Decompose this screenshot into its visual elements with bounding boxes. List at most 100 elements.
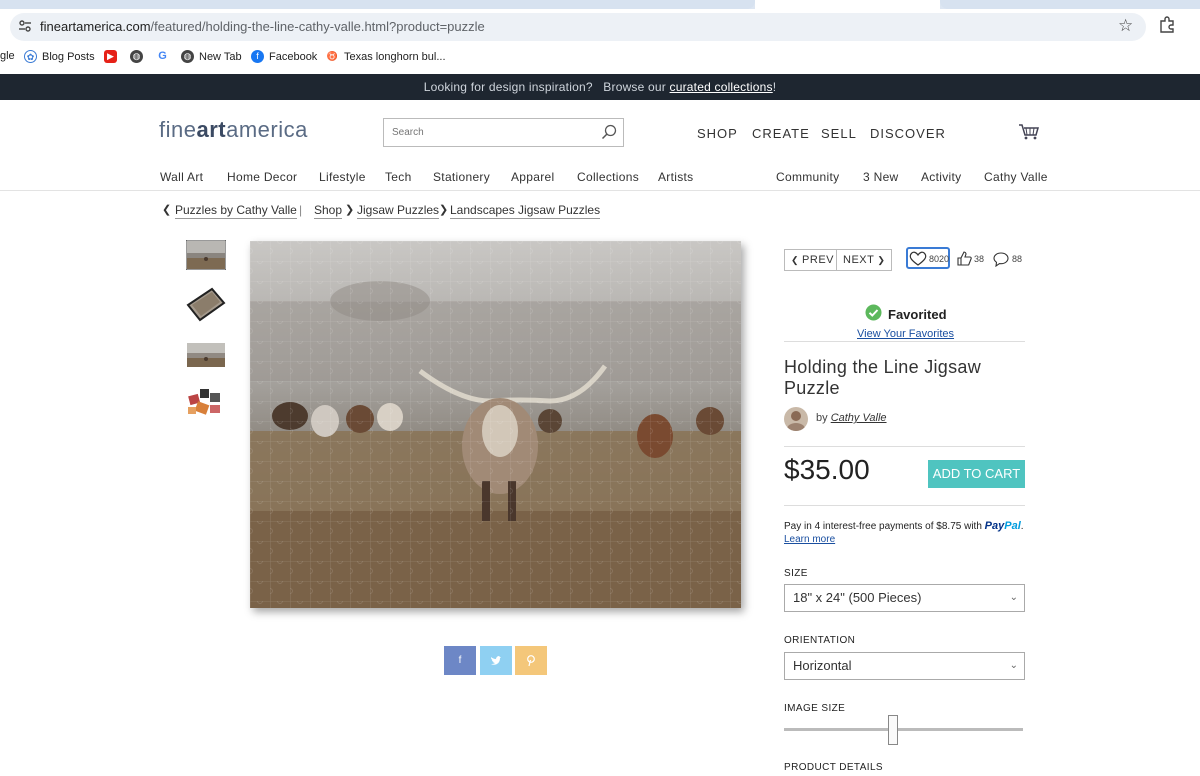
category-home-decor[interactable]: Home Decor [227,170,297,184]
activity-link[interactable]: Activity [921,170,961,184]
view-favorites-link[interactable]: View Your Favorites [857,328,954,340]
new-notifications-link[interactable]: 3 New [863,170,899,184]
bookmark-label: Facebook [269,50,318,63]
url-path: /featured/holding-the-line-cathy-valle.h… [150,19,485,34]
search-icon[interactable] [601,124,617,140]
banner-suffix: ! [772,80,777,94]
thumbnail-puzzle-pieces[interactable] [186,385,226,419]
site-settings-icon[interactable] [18,19,34,35]
chevron-down-icon: ⌄ [1009,660,1018,671]
add-to-cart-button[interactable]: ADD TO CART [928,460,1025,488]
twitter-share-icon[interactable] [480,646,512,675]
globe-icon: ◍ [130,50,143,63]
breadcrumb-jigsaw-puzzles[interactable]: Jigsaw Puzzles [357,203,440,219]
cart-icon[interactable] [1018,124,1040,140]
nav-shop[interactable]: SHOP [697,126,738,141]
header-divider [0,190,1200,191]
bookmarks-bar: gle ✿ Blog Posts ▶ ◍ G ◍ New Tab f Facebook… [0,46,1200,68]
chevron-left-icon: ❮ [791,255,803,265]
curated-collections-link[interactable]: curated collections [670,80,773,94]
category-artists[interactable]: Artists [658,170,693,184]
facebook-share-icon[interactable]: f [444,646,476,675]
bookmark-label: Blog Posts [42,50,95,63]
url-host: fineartamerica.com [40,19,151,34]
category-wall-art[interactable]: Wall Art [160,170,203,184]
logo-part: art [196,117,227,142]
category-apparel[interactable]: Apparel [511,170,554,184]
thumbnail-puzzle-angled[interactable] [186,340,226,372]
pinterest-share-icon[interactable] [515,646,547,675]
longhorn-icon: ♉ [326,50,339,63]
artist-link[interactable]: Cathy Valle [831,412,887,424]
divider [784,341,1025,342]
category-stationery[interactable]: Stationery [433,170,490,184]
logo-part: america [226,117,308,142]
browser-tab-left[interactable] [0,0,755,9]
comment-icon[interactable] [993,252,1009,272]
product-details-label[interactable]: PRODUCT DETAILS [784,762,883,773]
bookmark-star-icon[interactable]: ☆ [1118,16,1133,36]
bookmark-facebook[interactable]: f Facebook [251,50,317,63]
bookmark-label: Texas longhorn bul... [344,50,446,63]
divider [784,446,1025,447]
paypal-installments: Pay in 4 interest-free payments of $8.75… [784,520,1024,545]
breadcrumb-back[interactable]: Puzzles by Cathy Valle [175,203,297,219]
url-text[interactable]: fineartamerica.com/featured/holding-the-… [40,19,485,34]
nav-sell[interactable]: SELL [821,126,857,141]
artist-byline: by Cathy Valle [816,412,887,424]
category-collections[interactable]: Collections [577,170,639,184]
paypal-text: Pay in 4 interest-free payments of $8.75… [784,521,982,532]
logo-part: fine [159,117,197,142]
breadcrumb-shop[interactable]: Shop [314,203,343,219]
bookmark-globe[interactable]: ◍ [130,50,143,63]
banner-text: Looking for design inspiration? Browse o… [423,80,670,94]
promo-banner: Looking for design inspiration? Browse o… [0,74,1200,100]
size-label: SIZE [784,568,808,579]
next-button[interactable]: NEXT ❯ [836,249,893,271]
bookmark-google-g[interactable]: G [156,50,169,63]
avatar[interactable] [784,407,808,431]
browser-tab-active[interactable] [755,0,940,9]
nav-discover[interactable]: DISCOVER [870,126,946,141]
orientation-label: ORIENTATION [784,635,856,646]
breadcrumb-separator: | [299,203,303,217]
bookmark-blog-posts[interactable]: ✿ Blog Posts [24,50,95,63]
product-title: Holding the Line Jigsaw Puzzle [784,357,982,398]
image-size-slider-handle[interactable] [888,715,898,745]
thumbs-up-icon[interactable] [957,251,972,271]
product-image[interactable] [250,241,741,608]
image-size-slider-track[interactable] [784,728,1023,731]
breadcrumb-landscapes[interactable]: Landscapes Jigsaw Puzzles [450,203,601,219]
bookmark-google[interactable]: gle [0,50,15,62]
search-input[interactable] [384,119,594,146]
community-link[interactable]: Community [776,170,839,184]
category-tech[interactable]: Tech [385,170,412,184]
extensions-icon[interactable] [1158,16,1176,34]
bookmark-label: New Tab [199,50,242,63]
chevron-right-icon: ❯ [439,204,449,216]
category-lifestyle[interactable]: Lifestyle [319,170,366,184]
size-select[interactable]: 18" x 24" (500 Pieces) ⌄ [784,584,1025,612]
thumbnail-puzzle-flat[interactable] [185,239,227,272]
address-bar[interactable]: fineartamerica.com/featured/holding-the-… [10,13,1146,41]
size-value: 18" x 24" (500 Pieces) [793,590,922,605]
browser-tab-right[interactable] [940,0,1200,9]
user-profile-link[interactable]: Cathy Valle [984,170,1048,184]
orientation-select[interactable]: Horizontal ⌄ [784,652,1025,680]
next-label: NEXT [843,254,875,266]
divider [784,505,1025,506]
bookmark-youtube[interactable]: ▶ [104,50,117,63]
bookmark-texas-longhorn[interactable]: ♉ Texas longhorn bul... [326,50,446,63]
image-size-label: IMAGE SIZE [784,703,846,714]
site-logo[interactable]: fineartamerica [159,117,308,143]
bookmark-label: gle [0,50,15,62]
prev-label: PREV [802,254,835,266]
nav-create[interactable]: CREATE [752,126,810,141]
learn-more-link[interactable]: Learn more [784,534,835,545]
bookmark-new-tab[interactable]: ◍ New Tab [181,50,242,63]
thumbnail-puzzle-box[interactable] [186,287,226,323]
youtube-icon: ▶ [104,50,117,63]
chevron-right-icon: ❯ [874,255,886,265]
prev-button[interactable]: ❮ PREV [784,249,842,271]
product-price: $35.00 [784,454,870,485]
